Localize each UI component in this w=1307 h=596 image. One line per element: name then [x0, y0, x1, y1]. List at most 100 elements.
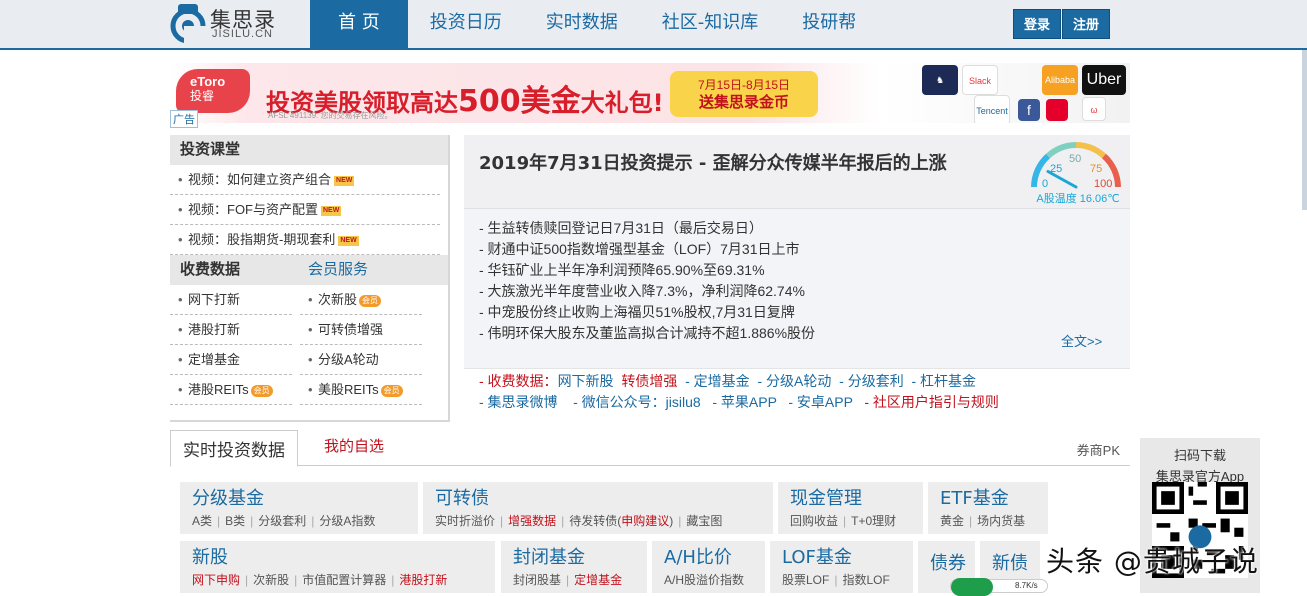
- site-logo[interactable]: 集思录 JISILU.CN: [170, 2, 290, 46]
- page-scrollbar[interactable]: [1302, 50, 1307, 210]
- data-card-sublink[interactable]: 藏宝图: [686, 514, 722, 528]
- footer-links-row-1: - 收费数据：网下新股 转债增强 - 定增基金 - 分级A轮动 - 分级套利 -…: [479, 371, 1130, 392]
- paid-link-hk-ipo[interactable]: 港股打新: [170, 315, 292, 345]
- register-button[interactable]: 注册: [1062, 9, 1111, 39]
- classroom-link-2-label: 视频：FOF与资产配置: [188, 202, 318, 217]
- ad-banner[interactable]: eToro 投睿 投资美股领取高达500美金大礼包! AFSL 491139. …: [170, 63, 1130, 123]
- data-card-title[interactable]: 可转债: [435, 488, 773, 510]
- data-card-title[interactable]: ETF基金: [940, 488, 1048, 510]
- tips-title[interactable]: 2019年7月31日投资提示 - 歪解分众传媒半年报后的上涨: [479, 149, 947, 175]
- member-link-us-reits[interactable]: 美股REITs会员: [300, 375, 422, 405]
- footer-links-row-2: - 集思录微博 - 微信公众号：jisilu8 - 苹果APP - 安卓APP …: [479, 392, 1130, 413]
- tip-item[interactable]: - 生益转债赎回登记日7月31日（最后交易日）: [479, 218, 815, 239]
- footer-row2-link[interactable]: - 社区用户指引与规则: [853, 394, 999, 410]
- classroom-link-2[interactable]: 视频：FOF与资产配置NEW: [170, 195, 440, 225]
- nav-research[interactable]: 投研帮: [780, 0, 878, 48]
- data-card-sublink[interactable]: A/H股溢价指数: [664, 573, 744, 587]
- data-card-sublink[interactable]: 待发转债(申购建议): [569, 514, 673, 528]
- market-temperature-gauge[interactable]: 0 25 50 75 100 A股温度 16.06℃: [1026, 139, 1126, 205]
- footer-row1-link[interactable]: - 杠杆基金: [904, 373, 976, 389]
- footer-row1-link[interactable]: 转债增强: [614, 373, 677, 389]
- data-card-sublink[interactable]: 分级套利: [258, 514, 306, 528]
- data-card-sublink[interactable]: A类: [192, 514, 212, 528]
- new-badge: NEW: [321, 205, 342, 216]
- data-card-sublink[interactable]: 黄金: [940, 514, 964, 528]
- data-card-sublink[interactable]: 实时折溢价: [435, 514, 495, 528]
- footer-row2-link[interactable]: - 微信公众号：jisilu8: [558, 394, 701, 410]
- member-link-sub-new[interactable]: 次新股会员: [300, 285, 422, 315]
- data-card-title[interactable]: 债券: [930, 553, 975, 575]
- gauge-label: A股温度 16.06℃: [1036, 193, 1120, 205]
- data-card-sublink[interactable]: 回购收益: [790, 514, 838, 528]
- data-card-title[interactable]: 现金管理: [790, 488, 923, 510]
- tip-item[interactable]: - 中宠股份终止收购上海福贝51%股权,7月31日复牌: [479, 302, 815, 323]
- data-card-sublink[interactable]: 分级A指数: [319, 514, 375, 528]
- tip-item[interactable]: - 华钰矿业上半年净利润预降65.90%至69.31%: [479, 260, 815, 281]
- data-card-links: 黄金 | 场内货基: [940, 510, 1048, 532]
- data-card-sublink[interactable]: 增强数据: [508, 514, 556, 528]
- nav-home[interactable]: 首 页: [310, 0, 408, 48]
- footer-row2-link[interactable]: - 安卓APP: [777, 394, 852, 410]
- data-card-title[interactable]: 新债: [992, 553, 1040, 575]
- member-col: 次新股会员 可转债增强 分级A轮动 美股REITs会员: [300, 285, 430, 405]
- speed-value: 8.7K/s: [1015, 581, 1038, 590]
- classroom-link-1[interactable]: 视频：如何建立资产组合NEW: [170, 165, 440, 195]
- data-card-title[interactable]: 新股: [192, 547, 495, 569]
- footer-row1-link[interactable]: - 分级套利: [831, 373, 904, 389]
- nav-community[interactable]: 社区-知识库: [640, 0, 781, 48]
- full-text-link[interactable]: 全文>>: [1061, 331, 1102, 350]
- nav-realtime-data[interactable]: 实时数据: [524, 0, 640, 48]
- realtime-tabs: 实时投资数据 我的自选 券商PK: [170, 430, 1130, 467]
- classroom-link-1-label: 视频：如何建立资产组合: [188, 172, 332, 187]
- data-card-sublink[interactable]: 指数LOF: [842, 573, 889, 587]
- data-card-title[interactable]: LOF基金: [782, 547, 913, 569]
- paid-link-hk-reits-label: 港股REITs: [188, 382, 249, 397]
- member-link-cb-enhanced[interactable]: 可转债增强: [300, 315, 422, 345]
- qr-line-1: 扫码下载: [1173, 448, 1226, 463]
- logo-text-en: JISILU.CN: [212, 28, 273, 40]
- footer-row1-link[interactable]: - 收费数据：: [479, 373, 558, 389]
- data-card-sublink[interactable]: 市值配置计算器: [302, 573, 386, 587]
- data-card-title[interactable]: A/H比价: [664, 547, 765, 569]
- member-service-heading[interactable]: 会员服务: [300, 255, 368, 285]
- footer-row1-link[interactable]: - 分级A轮动: [750, 373, 831, 389]
- tab-my-watchlist[interactable]: 我的自选: [324, 430, 384, 464]
- gauge-dial-icon: 0 25 50 75 100: [1031, 142, 1121, 190]
- member-link-sub-new-label: 次新股: [318, 292, 358, 307]
- brand-tile-tencent: Tencent: [974, 95, 1010, 123]
- member-link-a-rotation[interactable]: 分级A轮动: [300, 345, 422, 375]
- paid-link-private-placement[interactable]: 定增基金: [170, 345, 292, 375]
- footer-row2-link[interactable]: - 苹果APP: [701, 394, 776, 410]
- data-card-title[interactable]: 封闭基金: [513, 547, 647, 569]
- data-card-sublink[interactable]: 股票LOF: [782, 573, 829, 587]
- classroom-link-3[interactable]: 视频：股指期货-期现套利NEW: [170, 225, 440, 255]
- data-card-sublink[interactable]: 定增基金: [574, 573, 622, 587]
- data-card-sublink[interactable]: B类: [225, 514, 245, 528]
- data-card-sublink[interactable]: 网下申购: [192, 573, 240, 587]
- broker-pk-link[interactable]: 券商PK: [1077, 440, 1120, 459]
- tip-item[interactable]: - 大族激光半年度营业收入降7.3%，净利润降62.74%: [479, 281, 815, 302]
- paid-link-hk-reits[interactable]: 港股REITs会员: [170, 375, 292, 405]
- separator: |: [843, 514, 847, 528]
- data-card-sublink[interactable]: 封闭股基: [513, 573, 561, 587]
- data-card-sublink[interactable]: 次新股: [253, 573, 289, 587]
- tab-realtime-data[interactable]: 实时投资数据: [170, 430, 298, 467]
- data-card-links: 回购收益 | T+0理财: [790, 510, 923, 532]
- footer-row1-link[interactable]: 网下新股: [558, 373, 614, 389]
- tip-item[interactable]: - 财通中证500指数增强型基金（LOF）7月31日上市: [479, 239, 815, 260]
- data-card-sublink[interactable]: 港股打新: [399, 573, 447, 587]
- data-card-sublink[interactable]: T+0理财: [851, 514, 896, 528]
- nav-calendar[interactable]: 投资日历: [408, 0, 524, 48]
- separator: |: [391, 573, 395, 587]
- tip-item[interactable]: - 伟明环保大股东及董监高拟合计减持不超1.886%股份: [479, 323, 815, 344]
- footer-row1-link[interactable]: - 定增基金: [677, 373, 750, 389]
- data-card-sublink[interactable]: 场内货基: [977, 514, 1025, 528]
- paid-link-ipo-offline[interactable]: 网下打新: [170, 285, 292, 315]
- data-card: 可转债 实时折溢价 | 增强数据 | 待发转债(申购建议) | 藏宝图: [423, 482, 773, 534]
- data-card-title[interactable]: 分级基金: [192, 488, 418, 510]
- login-button[interactable]: 登录: [1013, 9, 1062, 39]
- new-badge: NEW: [334, 175, 355, 186]
- separator: |: [678, 514, 682, 528]
- paid-col: 网下打新 港股打新 定增基金 港股REITs会员: [170, 285, 300, 405]
- footer-row2-link[interactable]: - 集思录微博: [479, 394, 558, 410]
